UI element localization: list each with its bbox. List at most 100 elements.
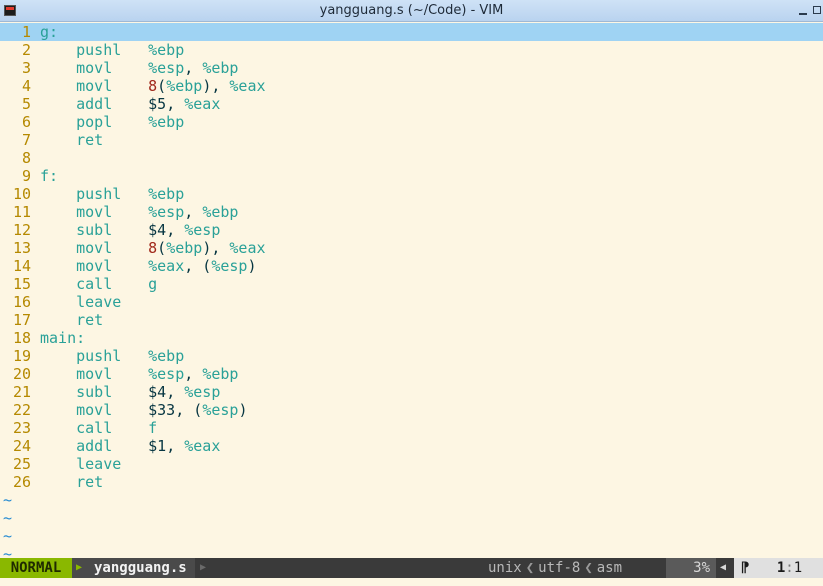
separator-arrow-icon: ▶ xyxy=(199,562,207,573)
asm-operand: ), xyxy=(202,77,230,95)
asm-operand: %esp xyxy=(148,59,185,77)
asm-mnemonic: pushl xyxy=(76,347,122,365)
line-number: 12 xyxy=(12,221,31,239)
code-line[interactable]: 19 pushl %ebp xyxy=(0,347,823,365)
code-text: call f xyxy=(40,419,157,437)
asm-operand: g xyxy=(148,275,158,293)
line-number: 19 xyxy=(12,347,31,365)
asm-mnemonic: movl xyxy=(76,77,113,95)
code-line[interactable]: 12 subl $4, %esp xyxy=(0,221,823,239)
code-text: popl %ebp xyxy=(40,113,184,131)
code-text: movl %esp, %ebp xyxy=(40,203,238,221)
line-number: 15 xyxy=(12,275,31,293)
asm-operand: , xyxy=(166,383,185,401)
file-encoding: utf-8 xyxy=(538,560,581,576)
line-number: 9 xyxy=(21,167,31,185)
code-text: movl 8(%ebp), %eax xyxy=(40,239,266,257)
asm-mnemonic: ret xyxy=(76,131,104,149)
code-line[interactable]: 1 g: xyxy=(0,23,823,41)
line-number: 10 xyxy=(12,185,31,203)
code-line[interactable]: 13 movl 8(%ebp), %eax xyxy=(0,239,823,257)
file-format: unix xyxy=(488,560,522,576)
code-line[interactable]: 7 ret xyxy=(0,131,823,149)
code-line[interactable]: 6 popl %ebp xyxy=(0,113,823,131)
line-number-icon: ⁋ xyxy=(734,558,756,578)
code-line[interactable]: 21 subl $4, %esp xyxy=(0,383,823,401)
line-number: 16 xyxy=(12,293,31,311)
code-text: subl $4, %esp xyxy=(40,383,220,401)
asm-mnemonic: pushl xyxy=(76,41,122,59)
asm-operand: , xyxy=(184,203,203,221)
code-text: pushl %ebp xyxy=(40,185,184,203)
line-number: 17 xyxy=(12,311,31,329)
code-line[interactable]: 24 addl $1, %eax xyxy=(0,437,823,455)
code-text: ret xyxy=(40,473,148,491)
line-number: 7 xyxy=(21,131,31,149)
maximize-icon[interactable] xyxy=(813,6,821,14)
asm-operand: %esp xyxy=(148,365,185,383)
asm-mnemonic: pushl xyxy=(76,185,122,203)
line-number: 26 xyxy=(12,473,31,491)
minimize-icon[interactable] xyxy=(797,3,809,17)
code-line[interactable]: 20 movl %esp, %ebp xyxy=(0,365,823,383)
code-line[interactable]: 22 movl $33, (%esp) xyxy=(0,401,823,419)
code-line[interactable]: 9 f: xyxy=(0,167,823,185)
code-line[interactable]: 23 call f xyxy=(0,419,823,437)
asm-operand: , xyxy=(166,437,185,455)
code-line[interactable]: 2 pushl %ebp xyxy=(0,41,823,59)
asm-operand: %eax xyxy=(184,95,221,113)
code-line[interactable]: 4 movl 8(%ebp), %eax xyxy=(0,77,823,95)
line-number: 23 xyxy=(12,419,31,437)
code-line[interactable]: 18 main: xyxy=(0,329,823,347)
code-text: movl %eax, (%esp) xyxy=(40,257,256,275)
scroll-percent: 3% xyxy=(666,558,716,578)
code-line[interactable]: 3 movl %esp, %ebp xyxy=(0,59,823,77)
asm-operand: %esp xyxy=(148,203,185,221)
code-line[interactable]: 17 ret xyxy=(0,311,823,329)
code-text: addl $1, %eax xyxy=(40,437,220,455)
code-text: movl %esp, %ebp xyxy=(40,59,238,77)
line-number: 6 xyxy=(21,113,31,131)
asm-operand: $4 xyxy=(148,221,167,239)
asm-label: main: xyxy=(40,329,86,347)
empty-line-marker: ~ xyxy=(3,527,13,545)
asm-mnemonic: addl xyxy=(76,437,113,455)
asm-mnemonic: popl xyxy=(76,113,113,131)
line-number: 18 xyxy=(12,329,31,347)
code-line[interactable]: 25 leave xyxy=(0,455,823,473)
empty-line-marker: ~ xyxy=(3,491,13,509)
command-line[interactable] xyxy=(0,578,823,586)
asm-operand: %esp xyxy=(202,401,239,419)
code-line[interactable]: 26 ret xyxy=(0,473,823,491)
asm-mnemonic: movl xyxy=(76,401,113,419)
asm-operand: 8 xyxy=(148,239,158,257)
separator-arrow-icon: ▶ xyxy=(72,558,86,578)
code-text: call g xyxy=(40,275,157,293)
empty-line-marker: ~ xyxy=(3,509,13,527)
asm-operand: ( xyxy=(157,77,167,95)
code-text: movl $33, (%esp) xyxy=(40,401,247,419)
cursor-column: 1 xyxy=(793,560,803,576)
asm-operand: ), xyxy=(202,239,230,257)
asm-operand: , xyxy=(166,95,185,113)
line-number: 24 xyxy=(12,437,31,455)
editor-buffer[interactable]: 1 g: 2 pushl %ebp 3 movl %esp, %ebp 4 movl 8(%e… xyxy=(0,22,823,563)
asm-operand: %eax xyxy=(184,437,221,455)
asm-operand: %eax xyxy=(148,257,185,275)
code-line[interactable]: 11 movl %esp, %ebp xyxy=(0,203,823,221)
code-line[interactable]: 14 movl %eax, (%esp) xyxy=(0,257,823,275)
asm-operand: %ebp xyxy=(202,59,239,77)
asm-mnemonic: movl xyxy=(76,59,113,77)
code-text: leave xyxy=(40,455,148,473)
asm-operand: %eax xyxy=(229,77,266,95)
code-line[interactable]: 5 addl $5, %eax xyxy=(0,95,823,113)
code-line[interactable]: 10 pushl %ebp xyxy=(0,185,823,203)
code-line[interactable]: 15 call g xyxy=(0,275,823,293)
asm-mnemonic: call xyxy=(76,275,113,293)
code-line[interactable]: 8 xyxy=(0,149,823,167)
asm-operand: %eax xyxy=(229,239,266,257)
code-text: ret xyxy=(40,131,148,149)
asm-mnemonic: ret xyxy=(76,311,104,329)
status-line: NORMAL ▶ yangguang.s ▶ unix ❮ utf-8 ❮ asm 3%… xyxy=(0,558,823,578)
code-line[interactable]: 16 leave xyxy=(0,293,823,311)
